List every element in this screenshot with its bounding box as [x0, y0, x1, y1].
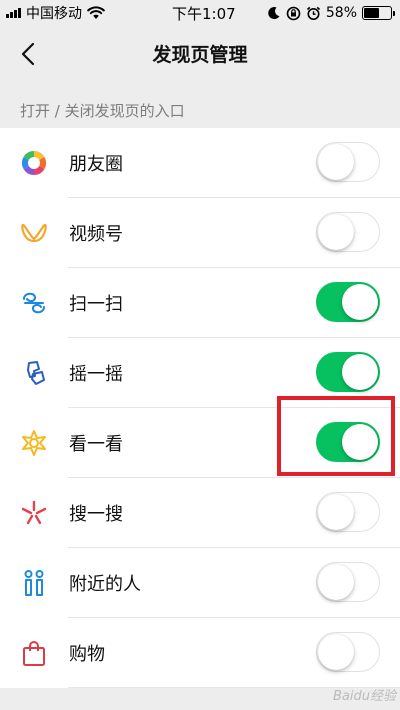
- toggle-people-nearby[interactable]: [316, 562, 380, 602]
- battery-icon: [362, 6, 395, 20]
- top-stories-icon: [20, 429, 48, 457]
- toggle-shopping[interactable]: [316, 632, 380, 672]
- status-right: 58%: [267, 3, 395, 23]
- status-time: 下午1:07: [172, 5, 236, 23]
- item-label: 摇一摇: [69, 364, 123, 385]
- status-left: 中国移动: [6, 3, 105, 23]
- battery-percent: 58%: [325, 5, 357, 21]
- toggle-scan[interactable]: [316, 282, 380, 322]
- item-label: 看一看: [69, 434, 123, 455]
- section-header: 打开 / 关闭发现页的入口: [20, 102, 185, 120]
- list-item-channels: 视频号: [0, 198, 400, 268]
- scan-icon: [20, 289, 48, 317]
- carrier-label: 中国移动: [26, 6, 82, 22]
- battery-cap: [392, 10, 395, 16]
- rotation-lock-icon: [286, 6, 301, 20]
- shopping-bag-icon: [20, 639, 48, 667]
- status-bar: 中国移动 下午1:07 58%: [0, 0, 400, 26]
- battery-fill: [364, 8, 379, 18]
- list-item-people-nearby: 附近的人: [0, 548, 400, 618]
- toggle-knob: [317, 633, 354, 670]
- page-title: 发现页管理: [152, 44, 248, 66]
- wifi-icon: [87, 6, 105, 19]
- nav-bar: 发现页管理: [0, 26, 400, 80]
- list-item-search: 搜一搜: [0, 478, 400, 548]
- moments-icon: [20, 149, 48, 177]
- people-nearby-icon: [20, 569, 48, 597]
- channels-icon: [20, 219, 48, 247]
- search-icon: [20, 499, 48, 527]
- toggle-moments[interactable]: [316, 142, 380, 182]
- item-label: 扫一扫: [69, 294, 123, 315]
- item-label: 朋友圈: [69, 154, 123, 175]
- list-item-scan: 扫一扫: [0, 268, 400, 338]
- item-label: 购物: [69, 644, 105, 665]
- toggle-search[interactable]: [316, 492, 380, 532]
- shake-icon: [20, 359, 48, 387]
- highlight-annotation: [277, 396, 395, 476]
- alarm-icon: [306, 6, 320, 20]
- toggle-knob: [317, 563, 354, 600]
- toggle-shake[interactable]: [316, 352, 380, 392]
- toggle-knob: [342, 353, 378, 390]
- toggle-knob: [317, 143, 354, 180]
- item-label: 附近的人: [69, 574, 141, 595]
- item-label: 搜一搜: [69, 504, 123, 525]
- item-label: 视频号: [69, 224, 123, 245]
- toggle-knob: [317, 493, 354, 530]
- list-item-shopping: 购物: [0, 618, 400, 688]
- signal-icon: [6, 8, 21, 18]
- toggle-channels[interactable]: [316, 212, 380, 252]
- watermark: Baidu经验: [333, 689, 396, 704]
- moon-icon: [268, 7, 280, 20]
- toggle-knob: [317, 213, 354, 250]
- list-item-moments: 朋友圈: [0, 128, 400, 198]
- toggle-knob: [342, 283, 378, 320]
